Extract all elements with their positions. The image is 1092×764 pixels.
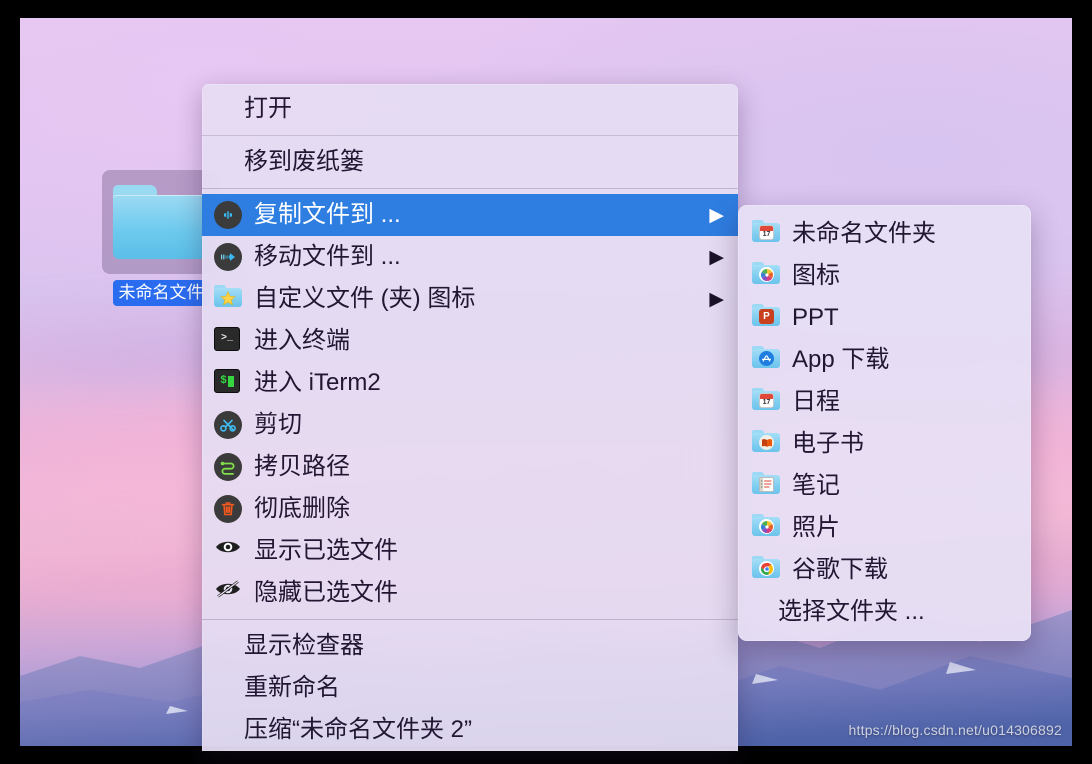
menu-separator bbox=[202, 135, 738, 136]
submenu-item-notes[interactable]: 笔记 bbox=[738, 465, 1031, 507]
copy-to-submenu[interactable]: 17 未命名文件夹 图标 P PPT App 下载 17 日程 电子书 笔记 照… bbox=[738, 205, 1031, 641]
menu-item-open-iterm2[interactable]: $ 进入 iTerm2 bbox=[202, 362, 738, 404]
submenu-item-choose-folder[interactable]: 选择文件夹 ... bbox=[738, 591, 1031, 633]
submenu-item-app-downloads[interactable]: App 下载 bbox=[738, 339, 1031, 381]
iterm2-icon: $ bbox=[214, 369, 242, 397]
menu-item-open-terminal[interactable]: >_ 进入终端 bbox=[202, 320, 738, 362]
chevron-right-icon: ▶ bbox=[709, 246, 724, 268]
folder-photos-icon bbox=[752, 262, 780, 290]
submenu-item-untitled-folder[interactable]: 17 未命名文件夹 bbox=[738, 213, 1031, 255]
menu-item-show-selected-files[interactable]: 显示已选文件 bbox=[202, 530, 738, 572]
folder-body bbox=[113, 195, 209, 259]
folder-label[interactable]: 未命名文件 bbox=[112, 280, 210, 306]
submenu-item-icons[interactable]: 图标 bbox=[738, 255, 1031, 297]
menu-item-move-files-to[interactable]: 移动文件到 ... ▶ bbox=[202, 236, 738, 278]
submenu-item-ppt[interactable]: P PPT bbox=[738, 297, 1031, 339]
screenshot-root: 未命名文件 https://blog.csdn.net/u014306892 打… bbox=[0, 0, 1092, 764]
menu-item-delete-permanently[interactable]: 彻底删除 bbox=[202, 488, 738, 530]
folder-books-icon bbox=[752, 430, 780, 458]
chevron-right-icon: ▶ bbox=[709, 204, 724, 226]
eye-icon bbox=[214, 537, 242, 565]
folder-powerpoint-icon: P bbox=[752, 304, 780, 332]
terminal-icon: >_ bbox=[214, 327, 242, 355]
menu-separator bbox=[202, 619, 738, 620]
chevron-right-icon: ▶ bbox=[709, 288, 724, 310]
path-icon bbox=[214, 453, 242, 481]
scissors-icon bbox=[214, 411, 242, 439]
watermark-text: https://blog.csdn.net/u014306892 bbox=[848, 722, 1062, 738]
menu-item-compress[interactable]: 压缩“未命名文件夹 2” bbox=[202, 709, 738, 751]
move-to-icon bbox=[214, 243, 242, 271]
menu-item-open[interactable]: 打开 bbox=[202, 88, 738, 130]
folder-chrome-icon bbox=[752, 556, 780, 584]
folder-notes-icon bbox=[752, 472, 780, 500]
folder-calendar-icon: 17 bbox=[752, 388, 780, 416]
folder-photos-icon bbox=[752, 514, 780, 542]
menu-item-copy-files-to[interactable]: 复制文件到 ... ▶ bbox=[202, 194, 738, 236]
folder-appstore-icon bbox=[752, 346, 780, 374]
menu-item-cut[interactable]: 剪切 bbox=[202, 404, 738, 446]
submenu-item-ebooks[interactable]: 电子书 bbox=[738, 423, 1031, 465]
copy-to-icon bbox=[214, 201, 242, 229]
context-menu[interactable]: 打开 移到废纸篓 复制文件到 ... ▶ 移动文件到 ... ▶ 自定义文件 (… bbox=[202, 84, 738, 751]
menu-item-hide-selected-files[interactable]: 隐藏已选文件 bbox=[202, 572, 738, 614]
eye-slash-icon bbox=[214, 579, 242, 607]
folder-calendar-icon: 17 bbox=[752, 220, 780, 248]
trash-icon bbox=[214, 495, 242, 523]
submenu-item-schedule[interactable]: 17 日程 bbox=[738, 381, 1031, 423]
menu-item-show-inspector[interactable]: 显示检查器 bbox=[202, 625, 738, 667]
menu-separator bbox=[202, 188, 738, 189]
star-folder-icon bbox=[214, 285, 242, 313]
blue-folder-icon bbox=[113, 185, 209, 259]
submenu-item-google-downloads[interactable]: 谷歌下载 bbox=[738, 549, 1031, 591]
menu-item-move-to-trash[interactable]: 移到废纸篓 bbox=[202, 141, 738, 183]
submenu-item-photos[interactable]: 照片 bbox=[738, 507, 1031, 549]
menu-item-rename[interactable]: 重新命名 bbox=[202, 667, 738, 709]
menu-item-custom-folder-icon[interactable]: 自定义文件 (夹) 图标 ▶ bbox=[202, 278, 738, 320]
menu-item-copy-path[interactable]: 拷贝路径 bbox=[202, 446, 738, 488]
